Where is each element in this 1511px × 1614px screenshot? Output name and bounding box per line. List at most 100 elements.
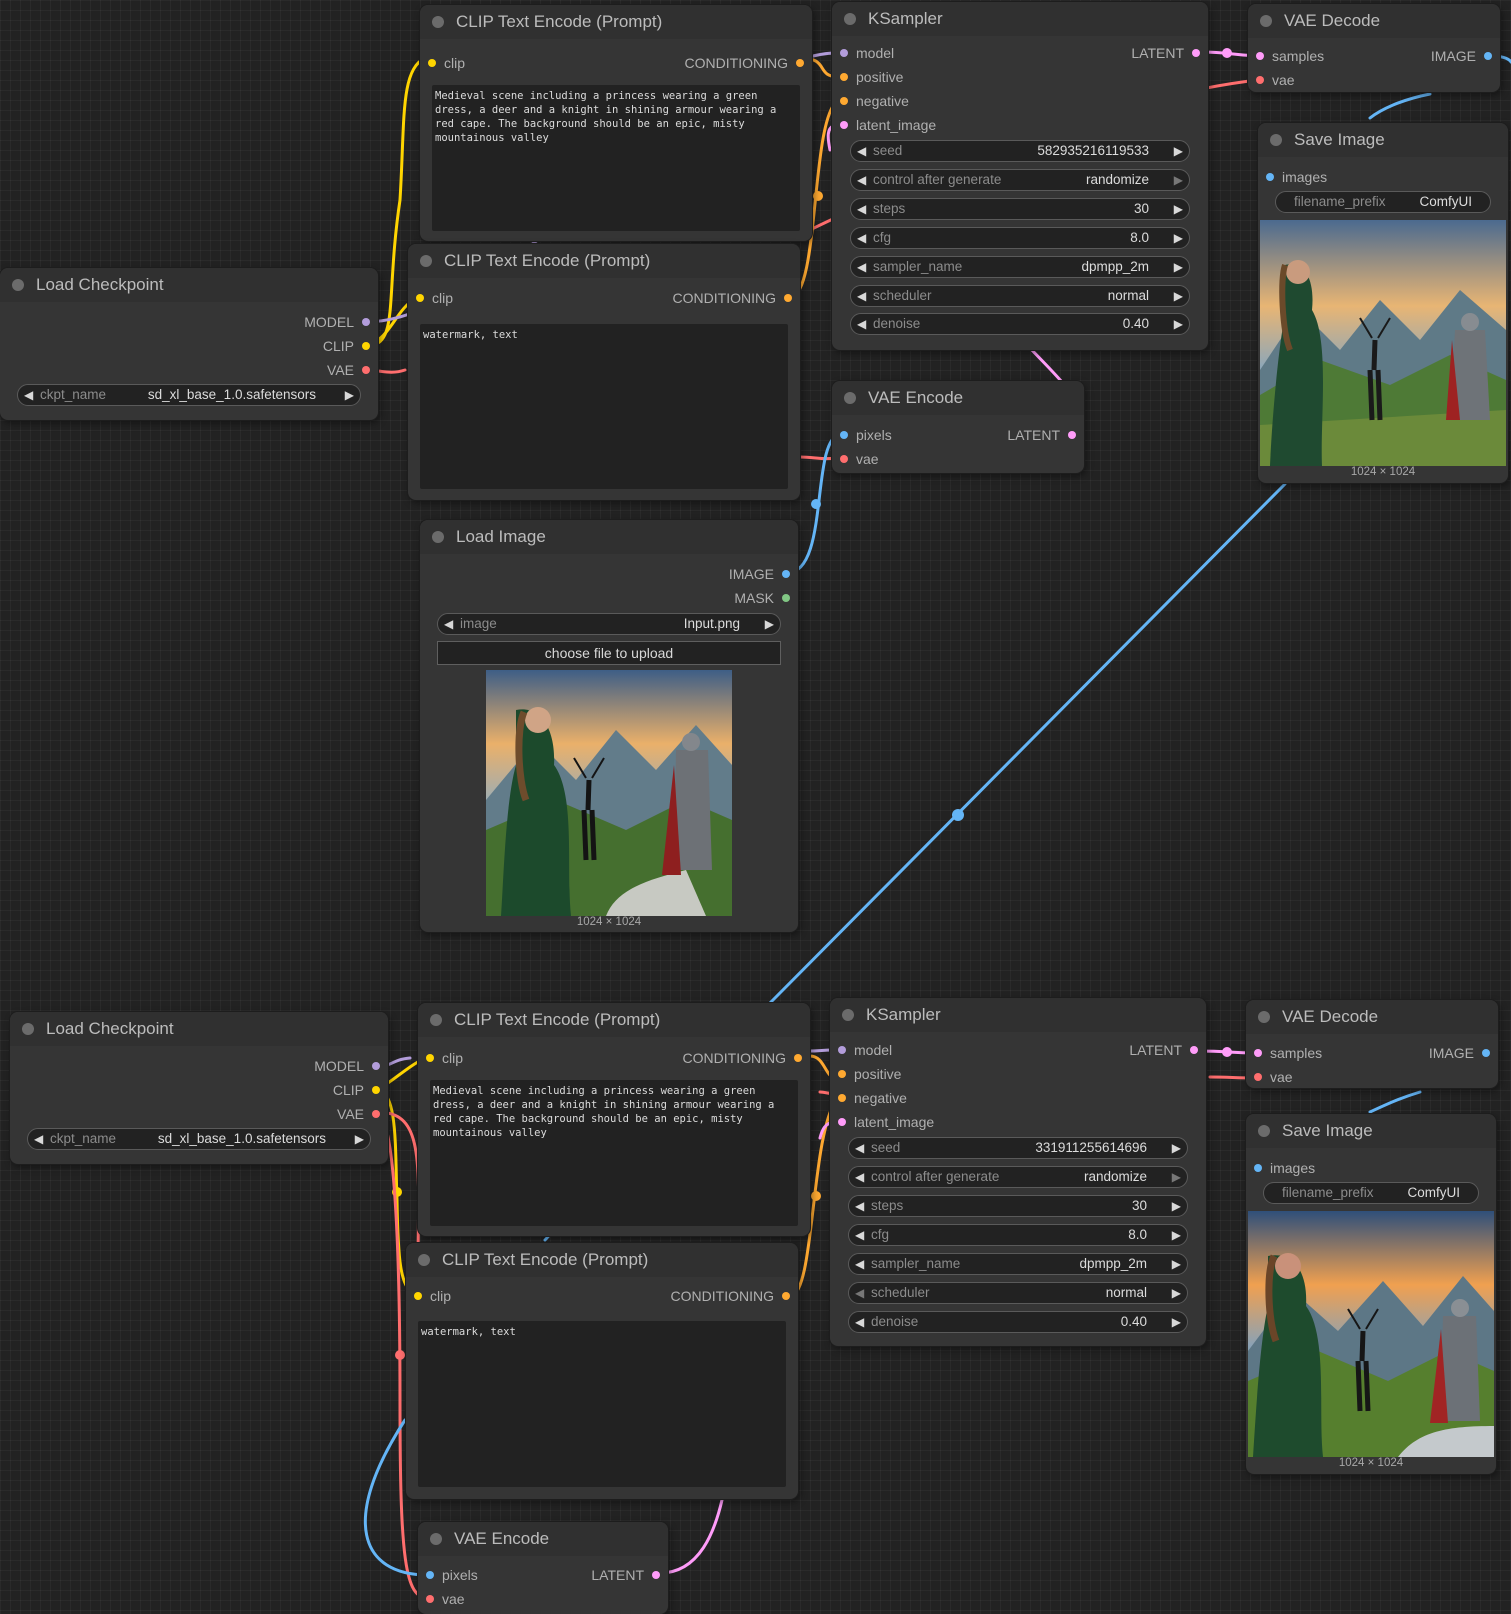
choose-file-button[interactable]: choose file to upload	[437, 641, 781, 665]
socket-dot-icon[interactable]	[840, 49, 848, 57]
seed-widget[interactable]: ◀ seed 331911255614696 ▶	[848, 1137, 1188, 1159]
load-image-node[interactable]: Load Image IMAGE MASK ◀ image Input.png ▶ c…	[420, 520, 798, 932]
socket-dot-icon[interactable]	[796, 59, 804, 67]
output-conditioning[interactable]: CONDITIONING	[671, 1288, 790, 1304]
collapse-dot-icon[interactable]	[1270, 134, 1282, 146]
input-clip[interactable]: clip	[416, 290, 453, 306]
arrow-right-icon[interactable]: ▶	[1174, 199, 1183, 219]
collapse-dot-icon[interactable]	[12, 279, 24, 291]
socket-dot-icon[interactable]	[372, 1062, 380, 1070]
socket-dot-icon[interactable]	[372, 1086, 380, 1094]
socket-dot-icon[interactable]	[1192, 49, 1200, 57]
output-latent[interactable]: LATENT	[1007, 427, 1076, 443]
output-model[interactable]: MODEL	[304, 314, 370, 330]
socket-dot-icon[interactable]	[1068, 431, 1076, 439]
node-title[interactable]: VAE Decode	[1246, 1000, 1498, 1034]
arrow-right-icon[interactable]: ▶	[1172, 1225, 1181, 1245]
input-vae[interactable]: vae	[1254, 1069, 1293, 1085]
arrow-right-icon[interactable]: ▶	[1174, 170, 1183, 190]
save-image-node-2[interactable]: Save Image images filename_prefix ComfyUI…	[1246, 1114, 1496, 1474]
output-conditioning[interactable]: CONDITIONING	[683, 1050, 802, 1066]
input-model[interactable]: model	[840, 45, 894, 61]
socket-dot-icon[interactable]	[782, 594, 790, 602]
socket-dot-icon[interactable]	[840, 97, 848, 105]
arrow-right-icon[interactable]: ▶	[1172, 1312, 1181, 1332]
arrow-left-icon[interactable]: ◀	[857, 170, 866, 190]
input-pixels[interactable]: pixels	[426, 1567, 478, 1583]
arrow-left-icon[interactable]: ◀	[855, 1283, 864, 1303]
node-title[interactable]: Load Checkpoint	[10, 1012, 388, 1046]
node-title[interactable]: CLIP Text Encode (Prompt)	[420, 5, 812, 39]
ckpt-name-combo[interactable]: ◀ ckpt_name sd_xl_base_1.0.safetensors ▶	[17, 384, 361, 406]
input-pixels[interactable]: pixels	[840, 427, 892, 443]
output-vae[interactable]: VAE	[327, 362, 370, 378]
socket-dot-icon[interactable]	[414, 1292, 422, 1300]
arrow-left-icon[interactable]: ◀	[34, 1129, 43, 1149]
input-images[interactable]: images	[1254, 1160, 1315, 1176]
input-clip[interactable]: clip	[414, 1288, 451, 1304]
node-title[interactable]: VAE Encode	[418, 1522, 668, 1556]
socket-dot-icon[interactable]	[838, 1094, 846, 1102]
node-title[interactable]: VAE Encode	[832, 381, 1084, 415]
vae-encode-node[interactable]: VAE Encode pixels vae LATENT	[832, 381, 1084, 473]
denoise-widget[interactable]: ◀ denoise 0.40 ▶	[848, 1311, 1188, 1333]
input-clip[interactable]: clip	[428, 55, 465, 71]
collapse-dot-icon[interactable]	[842, 1009, 854, 1021]
arrow-right-icon[interactable]: ▶	[1172, 1167, 1181, 1187]
output-latent[interactable]: LATENT	[591, 1567, 660, 1583]
node-title[interactable]: Save Image	[1246, 1114, 1496, 1148]
filename-prefix-widget[interactable]: filename_prefix ComfyUI	[1275, 191, 1491, 213]
prompt-textarea[interactable]: Medieval scene including a princess wear…	[430, 1080, 798, 1226]
socket-dot-icon[interactable]	[840, 121, 848, 129]
filename-prefix-widget[interactable]: filename_prefix ComfyUI	[1263, 1182, 1479, 1204]
socket-dot-icon[interactable]	[782, 1292, 790, 1300]
socket-dot-icon[interactable]	[838, 1046, 846, 1054]
arrow-left-icon[interactable]: ◀	[857, 257, 866, 277]
socket-dot-icon[interactable]	[840, 73, 848, 81]
socket-dot-icon[interactable]	[1254, 1049, 1262, 1057]
arrow-left-icon[interactable]: ◀	[855, 1196, 864, 1216]
input-negative[interactable]: negative	[840, 93, 909, 109]
denoise-widget[interactable]: ◀ denoise 0.40 ▶	[850, 313, 1190, 335]
arrow-right-icon[interactable]: ▶	[1174, 257, 1183, 277]
node-title[interactable]: CLIP Text Encode (Prompt)	[408, 244, 800, 278]
prompt-textarea[interactable]: watermark, text	[418, 1321, 786, 1487]
clip-text-encode-negative-node[interactable]: CLIP Text Encode (Prompt) clip CONDITION…	[408, 244, 800, 500]
input-clip[interactable]: clip	[426, 1050, 463, 1066]
collapse-dot-icon[interactable]	[432, 531, 444, 543]
socket-dot-icon[interactable]	[794, 1054, 802, 1062]
socket-dot-icon[interactable]	[428, 59, 436, 67]
clip-text-encode-negative-node-2[interactable]: CLIP Text Encode (Prompt) clip CONDITION…	[406, 1243, 798, 1499]
clip-text-encode-positive-node-2[interactable]: CLIP Text Encode (Prompt) clip CONDITION…	[418, 1003, 810, 1236]
output-latent[interactable]: LATENT	[1131, 45, 1200, 61]
input-image-preview[interactable]	[486, 670, 732, 916]
clip-text-encode-positive-node[interactable]: CLIP Text Encode (Prompt) clip CONDITION…	[420, 5, 812, 241]
arrow-left-icon[interactable]: ◀	[857, 314, 866, 334]
arrow-right-icon[interactable]: ▶	[1172, 1283, 1181, 1303]
arrow-left-icon[interactable]: ◀	[857, 141, 866, 161]
save-image-node[interactable]: Save Image images filename_prefix ComfyUI…	[1258, 123, 1508, 483]
collapse-dot-icon[interactable]	[844, 13, 856, 25]
input-latent-image[interactable]: latent_image	[838, 1114, 934, 1130]
input-positive[interactable]: positive	[840, 69, 903, 85]
output-image-preview[interactable]	[1248, 1211, 1494, 1457]
socket-dot-icon[interactable]	[372, 1110, 380, 1118]
output-image-preview[interactable]	[1260, 220, 1506, 466]
arrow-left-icon[interactable]: ◀	[855, 1167, 864, 1187]
sampler-name-widget[interactable]: ◀ sampler_name dpmpp_2m ▶	[848, 1253, 1188, 1275]
socket-dot-icon[interactable]	[1256, 52, 1264, 60]
output-model[interactable]: MODEL	[314, 1058, 380, 1074]
collapse-dot-icon[interactable]	[430, 1014, 442, 1026]
arrow-right-icon[interactable]: ▶	[1172, 1138, 1181, 1158]
node-title[interactable]: VAE Decode	[1248, 4, 1500, 38]
vae-decode-node[interactable]: VAE Decode samples vae IMAGE	[1248, 4, 1500, 92]
load-checkpoint-node[interactable]: Load Checkpoint MODEL CLIP VAE ◀ ckpt_na…	[0, 268, 378, 420]
socket-dot-icon[interactable]	[1484, 52, 1492, 60]
control-after-generate-widget[interactable]: ◀ control after generate randomize ▶	[848, 1166, 1188, 1188]
sampler-name-widget[interactable]: ◀ sampler_name dpmpp_2m ▶	[850, 256, 1190, 278]
socket-dot-icon[interactable]	[362, 366, 370, 374]
cfg-widget[interactable]: ◀ cfg 8.0 ▶	[850, 227, 1190, 249]
output-image[interactable]: IMAGE	[1431, 48, 1492, 64]
seed-widget[interactable]: ◀ seed 582935216119533 ▶	[850, 140, 1190, 162]
collapse-dot-icon[interactable]	[22, 1023, 34, 1035]
